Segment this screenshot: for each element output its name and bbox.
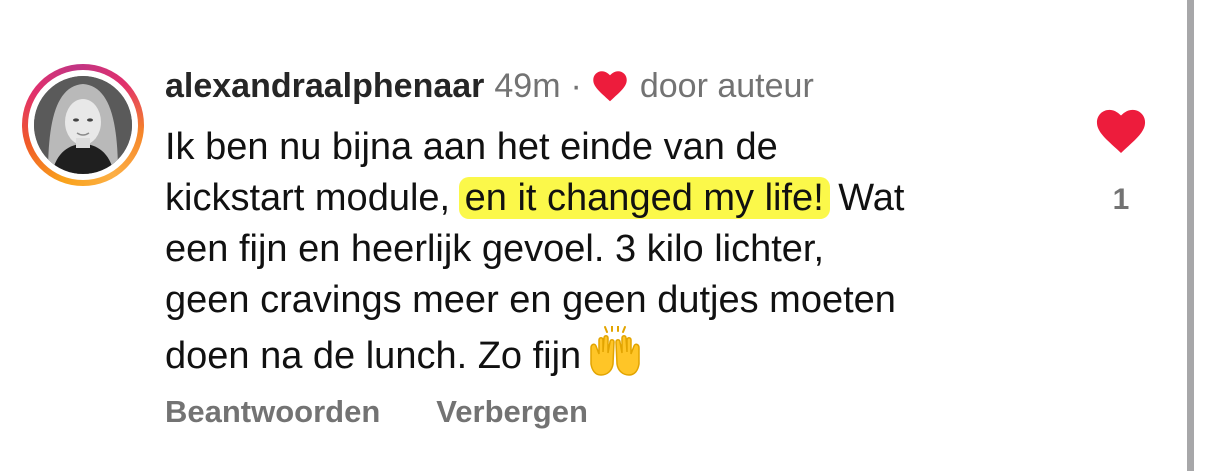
comment-header: alexandraalphenaar 49m · door auteur <box>165 66 814 106</box>
heart-icon <box>592 70 628 102</box>
comment-text-segment: Wat <box>827 177 905 219</box>
like-count[interactable]: 1 <box>1100 182 1142 218</box>
comment-text-segment: doen na de lunch. Zo fijn <box>165 335 582 377</box>
like-button[interactable] <box>1095 108 1147 154</box>
comment-line: Ik ben nu bijna aan het einde van de <box>165 126 778 168</box>
comment-text: Ik ben nu bijna aan het einde van de kic… <box>165 122 1065 382</box>
avatar[interactable] <box>22 64 144 186</box>
separator-dot: · <box>570 67 582 105</box>
avatar-photo <box>34 76 132 174</box>
comment-line: een fijn en heerlijk gevoel. 3 kilo lich… <box>165 228 825 270</box>
hide-button[interactable]: Verbergen <box>436 390 588 434</box>
username[interactable]: alexandraalphenaar <box>165 66 484 106</box>
comment-text-segment: kickstart module, <box>165 177 461 219</box>
raising-hands-emoji-icon <box>587 325 643 376</box>
comment-line: doen na de lunch. Zo fijn <box>165 325 1065 382</box>
liked-by-author-label: door auteur <box>639 67 814 105</box>
comment-actions: Beantwoorden Verbergen <box>165 390 588 434</box>
reply-button[interactable]: Beantwoorden <box>165 390 380 434</box>
heart-icon <box>1095 109 1147 158</box>
comment-time: 49m <box>494 67 561 105</box>
highlighted-text: en it changed my life! <box>458 177 830 219</box>
comment-line: kickstart module, en it changed my life!… <box>165 173 1065 224</box>
comment-line: geen cravings meer en geen dutjes moeten <box>165 279 896 321</box>
scrollbar[interactable] <box>1187 0 1194 471</box>
